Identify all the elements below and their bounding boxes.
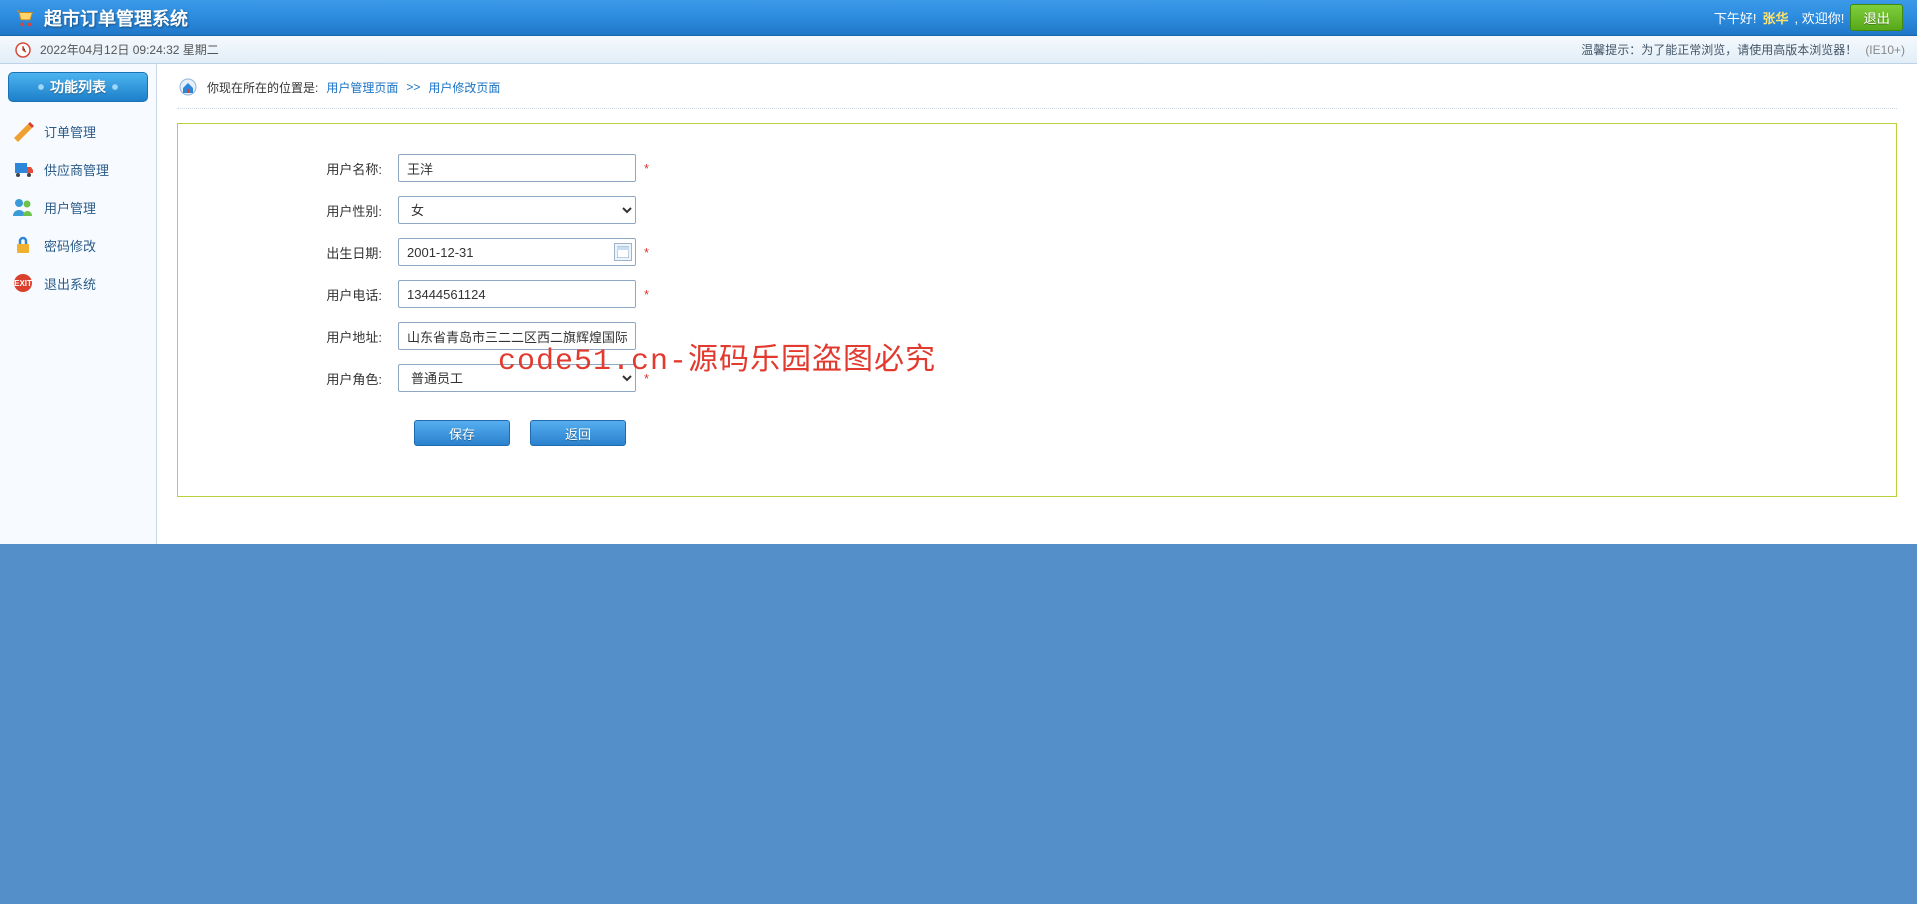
footer-area <box>0 544 1917 904</box>
required-mark: * <box>644 245 649 260</box>
app-title: 超市订单管理系统 <box>44 5 188 31</box>
label-address: 用户地址: <box>198 327 398 346</box>
breadcrumb-prefix: 你现在所在的位置是: <box>207 79 318 96</box>
clock-icon <box>12 39 34 61</box>
username-text: 张华 <box>1762 8 1788 27</box>
required-mark: * <box>644 161 649 176</box>
birthdate-input[interactable] <box>398 238 636 266</box>
welcome-text: , 欢迎你! <box>1795 8 1845 27</box>
datetime-text: 2022年04月12日 09:24:32 星期二 <box>40 41 219 58</box>
calendar-icon[interactable] <box>614 243 632 261</box>
sidebar-item-label: 供应商管理 <box>44 160 109 179</box>
users-icon <box>12 196 34 218</box>
sidebar-item-label: 退出系统 <box>44 274 96 293</box>
sidebar-item-users[interactable]: 用户管理 <box>8 188 148 226</box>
label-gender: 用户性别: <box>198 201 398 220</box>
sidebar-item-suppliers[interactable]: 供应商管理 <box>8 150 148 188</box>
required-mark: * <box>644 287 649 302</box>
svg-text:EXIT: EXIT <box>14 279 32 288</box>
back-button[interactable]: 返回 <box>530 420 626 446</box>
lock-icon <box>12 234 34 256</box>
cart-icon <box>14 7 36 29</box>
sidebar-item-orders[interactable]: 订单管理 <box>8 112 148 150</box>
required-mark: * <box>644 371 649 386</box>
greeting-text: 下午好! <box>1714 8 1757 27</box>
username-input[interactable] <box>398 154 636 182</box>
breadcrumb: 你现在所在的位置是: 用户管理页面 >> 用户修改页面 <box>177 72 1897 109</box>
supplier-icon <box>12 158 34 180</box>
logout-button[interactable]: 退出 <box>1850 4 1903 31</box>
sidebar-title: 功能列表 <box>8 72 148 102</box>
ie-note: (IE10+) <box>1865 43 1905 57</box>
exit-icon: EXIT <box>12 272 34 294</box>
order-icon <box>12 120 34 142</box>
sidebar-item-label: 密码修改 <box>44 236 96 255</box>
home-icon <box>177 76 199 98</box>
label-phone: 用户电话: <box>198 285 398 304</box>
sidebar-item-label: 订单管理 <box>44 122 96 141</box>
breadcrumb-sep: >> <box>406 80 420 94</box>
label-birth: 出生日期: <box>198 243 398 262</box>
phone-input[interactable] <box>398 280 636 308</box>
sidebar-item-label: 用户管理 <box>44 198 96 217</box>
breadcrumb-link-2[interactable]: 用户修改页面 <box>428 79 500 96</box>
sidebar-item-exit[interactable]: EXIT 退出系统 <box>8 264 148 302</box>
browser-tip: 温馨提示：为了能正常浏览，请使用高版本浏览器！ <box>1581 41 1857 58</box>
gender-select[interactable]: 女 <box>398 196 636 224</box>
role-select[interactable]: 普通员工 <box>398 364 636 392</box>
label-username: 用户名称: <box>198 159 398 178</box>
breadcrumb-link-1[interactable]: 用户管理页面 <box>326 79 398 96</box>
sidebar-item-password[interactable]: 密码修改 <box>8 226 148 264</box>
save-button[interactable]: 保存 <box>414 420 510 446</box>
label-role: 用户角色: <box>198 369 398 388</box>
address-input[interactable] <box>398 322 636 350</box>
